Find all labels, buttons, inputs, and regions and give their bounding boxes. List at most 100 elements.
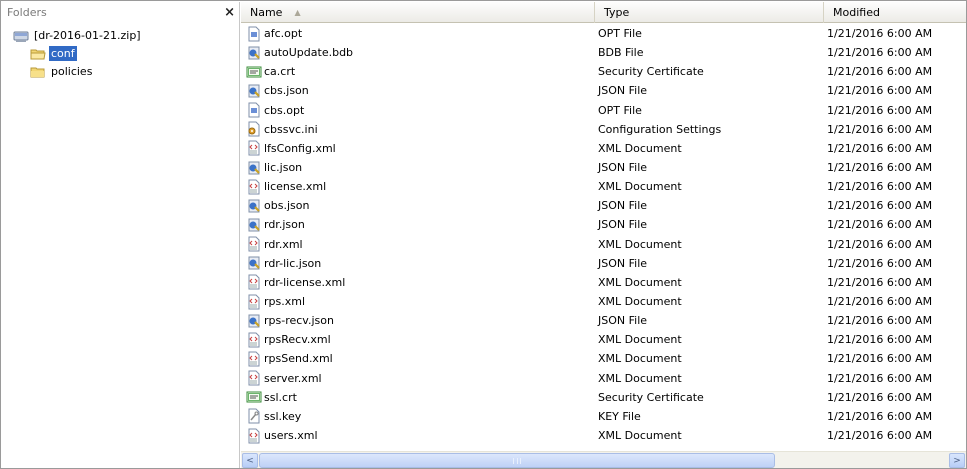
file-name-cell: rpsRecv.xml <box>241 332 595 348</box>
file-row[interactable]: rdr.xml XML Document 1/21/2016 6:00 AM <box>241 235 966 254</box>
file-name-cell: autoUpdate.bdb <box>241 45 595 61</box>
file-name-cell: rdr-license.xml <box>241 274 595 290</box>
file-name-cell: rps-recv.json <box>241 313 595 329</box>
file-type: KEY File <box>598 409 641 423</box>
file-row[interactable]: license.xml XML Document 1/21/2016 6:00 … <box>241 177 966 196</box>
horizontal-scrollbar[interactable]: < > <box>241 451 966 468</box>
script-file-icon <box>246 83 262 99</box>
file-row[interactable]: lic.json JSON File 1/21/2016 6:00 AM <box>241 158 966 177</box>
scrollbar-thumb[interactable] <box>259 453 775 468</box>
folders-title: Folders <box>7 6 47 19</box>
xml-file-icon <box>246 294 262 310</box>
column-label: Type <box>604 6 630 19</box>
column-header-modified[interactable]: Modified <box>824 2 966 23</box>
file-modified: 1/21/2016 6:00 AM <box>827 84 933 98</box>
file-list-pane: Name ▲ Type Modified afc.opt OPT File 1/… <box>241 2 966 468</box>
file-modified: 1/21/2016 6:00 AM <box>827 409 933 423</box>
file-row[interactable]: users.xml XML Document 1/21/2016 6:00 AM <box>241 426 966 445</box>
opt-file-icon <box>246 26 262 42</box>
file-name-cell: lfsConfig.xml <box>241 140 595 156</box>
file-type: OPT File <box>598 103 642 117</box>
folder-open-icon <box>30 47 46 61</box>
file-type: JSON File <box>598 199 648 213</box>
file-name: cbs.opt <box>264 103 305 117</box>
file-row[interactable]: rps-recv.json JSON File 1/21/2016 6:00 A… <box>241 311 966 330</box>
file-row[interactable]: server.xml XML Document 1/21/2016 6:00 A… <box>241 369 966 388</box>
zip-drive-icon <box>13 29 29 43</box>
file-name-cell: rdr.json <box>241 217 595 233</box>
file-name-cell: rps.xml <box>241 294 595 310</box>
column-header-name[interactable]: Name ▲ <box>241 2 595 23</box>
script-file-icon <box>246 313 262 329</box>
file-row[interactable]: rdr-license.xml XML Document 1/21/2016 6… <box>241 273 966 292</box>
column-header-type[interactable]: Type <box>595 2 824 23</box>
file-row[interactable]: rdr-lic.json JSON File 1/21/2016 6:00 AM <box>241 254 966 273</box>
file-modified: 1/21/2016 6:00 AM <box>827 390 933 404</box>
close-folders-button[interactable]: × <box>224 6 235 19</box>
xml-file-icon <box>246 274 262 290</box>
file-type: XML Document <box>598 295 682 309</box>
file-name: rdr.xml <box>264 237 303 251</box>
file-name: rps.xml <box>264 295 306 309</box>
tree-item-label: [dr-2016-01-21.zip] <box>34 29 141 42</box>
tree-item-policies[interactable]: policies <box>30 63 94 80</box>
settings-file-icon <box>246 121 262 137</box>
script-file-icon <box>246 217 262 233</box>
xml-file-icon <box>246 140 262 156</box>
folder-icon <box>30 65 46 79</box>
xml-file-icon <box>246 370 262 386</box>
scroll-right-button[interactable]: > <box>949 453 965 468</box>
explorer-window: Folders × [dr-2016-01-21.zip] conf polic… <box>0 0 967 469</box>
file-row[interactable]: rpsSend.xml XML Document 1/21/2016 6:00 … <box>241 349 966 368</box>
file-name-cell: rdr.xml <box>241 236 595 252</box>
script-file-icon <box>246 255 262 271</box>
file-name: ssl.key <box>264 409 302 423</box>
file-type: XML Document <box>598 371 682 385</box>
xml-file-icon <box>246 332 262 348</box>
file-row[interactable]: afc.opt OPT File 1/21/2016 6:00 AM <box>241 24 966 43</box>
file-row[interactable]: rdr.json JSON File 1/21/2016 6:00 AM <box>241 215 966 234</box>
file-row[interactable]: rpsRecv.xml XML Document 1/21/2016 6:00 … <box>241 330 966 349</box>
column-label: Modified <box>833 6 880 19</box>
file-modified: 1/21/2016 6:00 AM <box>827 180 933 194</box>
file-modified: 1/21/2016 6:00 AM <box>827 256 933 270</box>
file-row[interactable]: cbs.json JSON File 1/21/2016 6:00 AM <box>241 81 966 100</box>
certificate-icon <box>246 389 262 405</box>
file-modified: 1/21/2016 6:00 AM <box>827 295 933 309</box>
file-row[interactable]: ca.crt Security Certificate 1/21/2016 6:… <box>241 62 966 81</box>
file-type: BDB File <box>598 46 644 60</box>
file-modified: 1/21/2016 6:00 AM <box>827 333 933 347</box>
file-name: rps-recv.json <box>264 314 334 328</box>
file-name: rdr.json <box>264 218 305 232</box>
file-row[interactable]: ssl.key KEY File 1/21/2016 6:00 AM <box>241 407 966 426</box>
tree-item-zip[interactable]: [dr-2016-01-21.zip] <box>13 27 143 44</box>
file-row[interactable]: cbs.opt OPT File 1/21/2016 6:00 AM <box>241 101 966 120</box>
file-modified: 1/21/2016 6:00 AM <box>827 27 933 41</box>
xml-file-icon <box>246 428 262 444</box>
opt-file-icon <box>246 102 262 118</box>
xml-file-icon <box>246 236 262 252</box>
chevron-right-icon: > <box>953 455 961 466</box>
file-row[interactable]: autoUpdate.bdb BDB File 1/21/2016 6:00 A… <box>241 43 966 62</box>
file-modified: 1/21/2016 6:00 AM <box>827 275 933 289</box>
file-type: OPT File <box>598 27 642 41</box>
file-row[interactable]: cbssvc.ini Configuration Settings 1/21/2… <box>241 120 966 139</box>
file-type: XML Document <box>598 352 682 366</box>
file-row[interactable]: ssl.crt Security Certificate 1/21/2016 6… <box>241 388 966 407</box>
file-row[interactable]: rps.xml XML Document 1/21/2016 6:00 AM <box>241 292 966 311</box>
file-type: XML Document <box>598 141 682 155</box>
file-name: ca.crt <box>264 65 296 79</box>
file-name-cell: server.xml <box>241 370 595 386</box>
file-row[interactable]: obs.json JSON File 1/21/2016 6:00 AM <box>241 196 966 215</box>
scroll-left-button[interactable]: < <box>242 453 258 468</box>
tree-item-conf[interactable]: conf <box>30 45 77 62</box>
file-name: afc.opt <box>264 27 303 41</box>
chevron-left-icon: < <box>246 455 254 466</box>
file-row[interactable]: lfsConfig.xml XML Document 1/21/2016 6:0… <box>241 139 966 158</box>
file-type: XML Document <box>598 333 682 347</box>
file-type: XML Document <box>598 275 682 289</box>
file-modified: 1/21/2016 6:00 AM <box>827 371 933 385</box>
tree-item-label: policies <box>51 65 93 78</box>
tree-item-label: conf <box>49 46 77 61</box>
file-name: obs.json <box>264 199 310 213</box>
